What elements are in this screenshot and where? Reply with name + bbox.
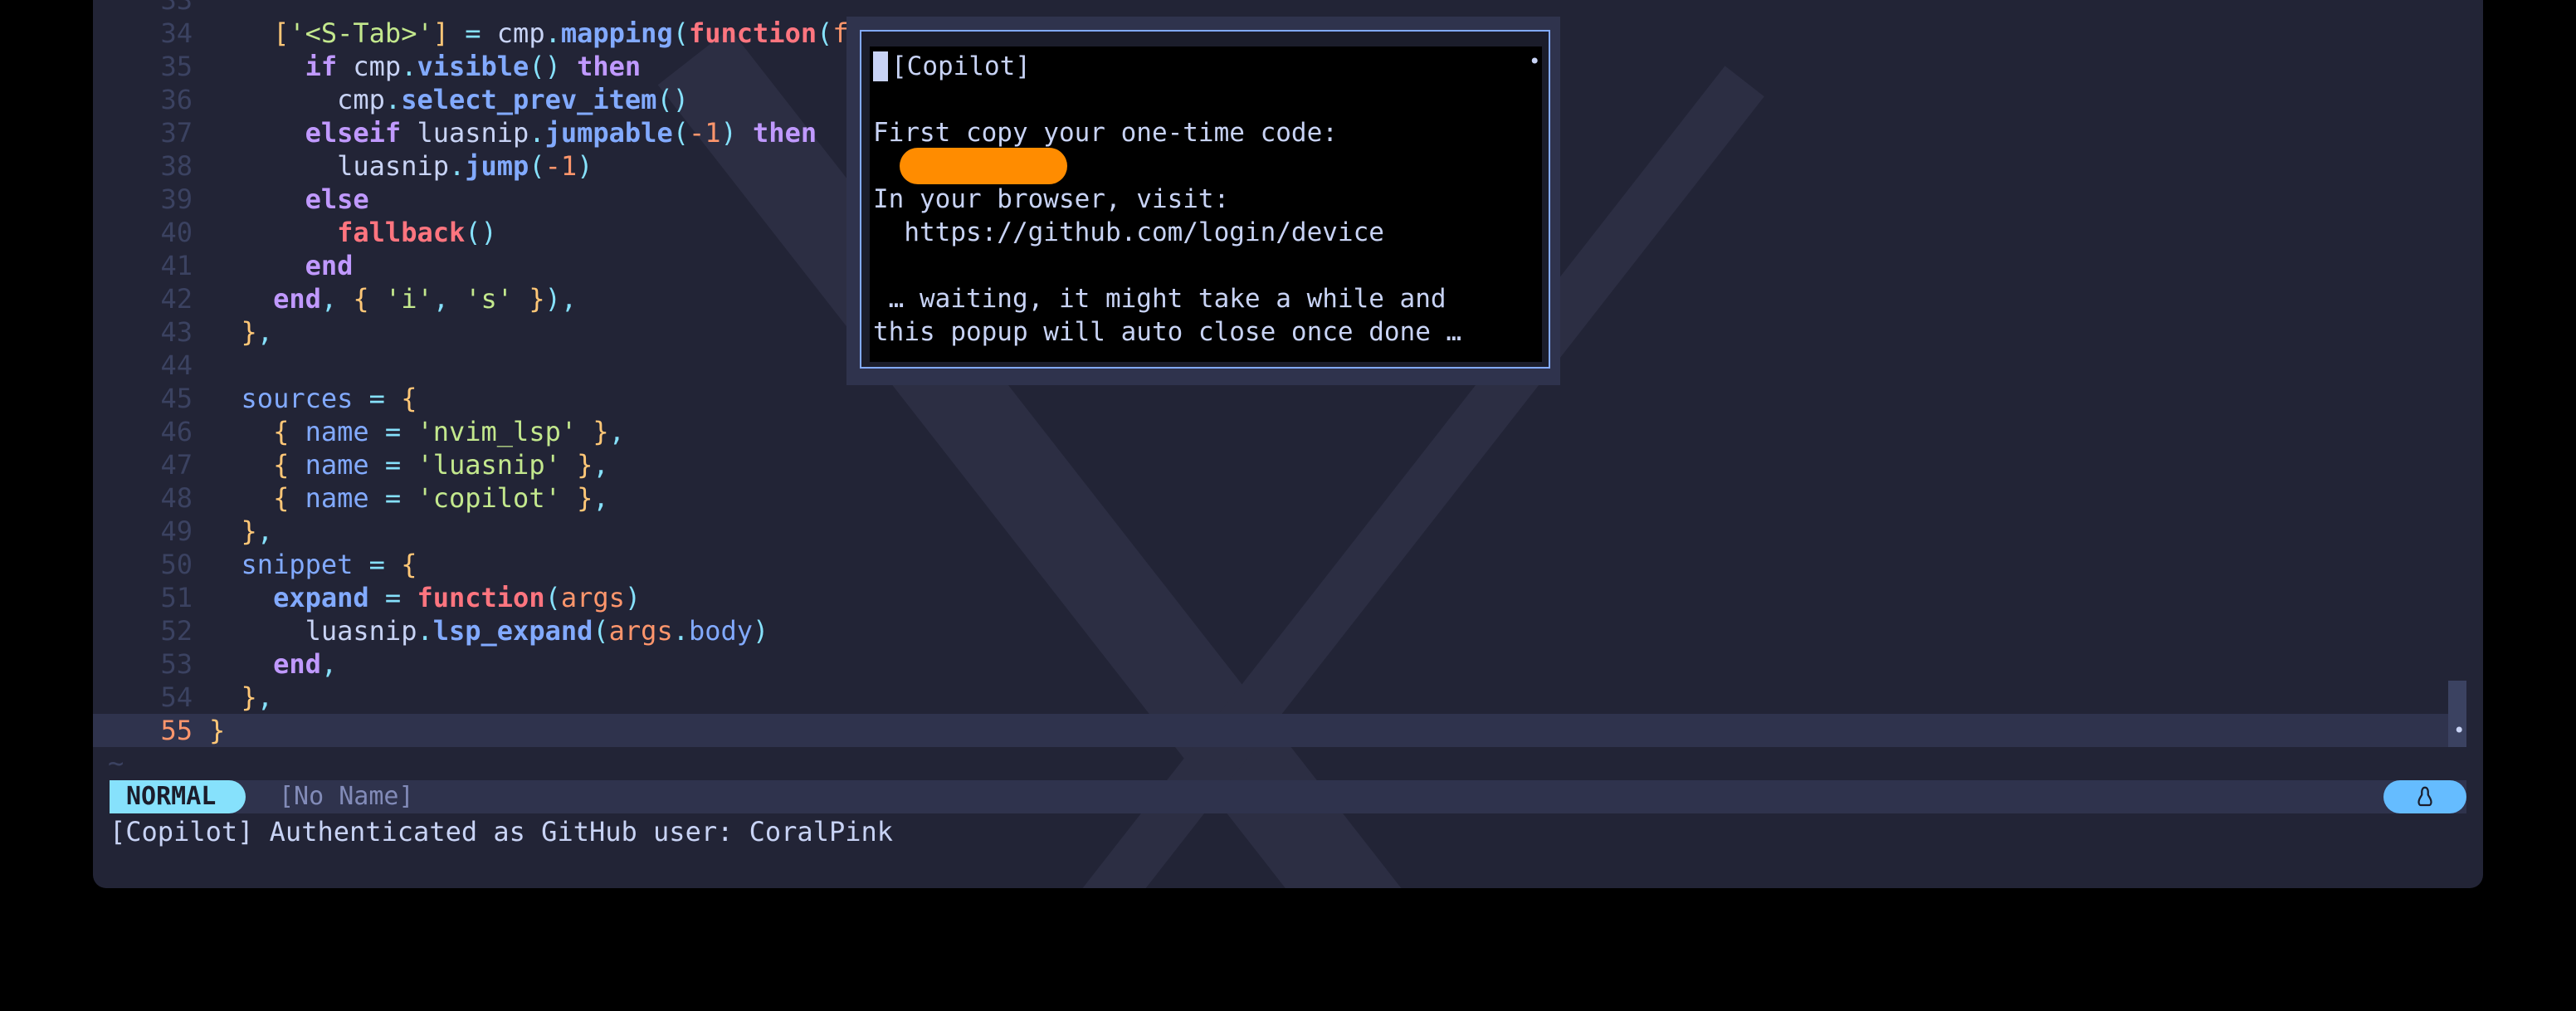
line-number: 54 bbox=[160, 681, 193, 713]
code-text: expand = function(args) bbox=[273, 582, 642, 613]
popup-copy-instruction: First copy your one-time code: bbox=[873, 118, 1338, 148]
line-number: 33 bbox=[160, 0, 193, 16]
code-text: { name = 'luasnip' }, bbox=[273, 449, 609, 481]
line-number: 44 bbox=[160, 349, 193, 381]
line-number: 49 bbox=[160, 515, 193, 547]
redacted-code bbox=[900, 148, 1067, 184]
line-number: 37 bbox=[160, 117, 193, 149]
end-of-buffer-tilde: ~ bbox=[108, 747, 124, 779]
code-text: sources = { bbox=[241, 383, 417, 414]
code-text: end, { 'i', 's' }), bbox=[273, 283, 578, 315]
line-number: 38 bbox=[160, 150, 193, 182]
code-text: fallback() bbox=[337, 217, 497, 248]
statusline: NORMAL [No Name] bbox=[110, 780, 2466, 813]
line-number: 41 bbox=[160, 250, 193, 281]
code-text: ['<S-Tab>'] = cmp.mapping(function(fallb bbox=[273, 17, 913, 49]
popup-waiting-line-2: this popup will auto close once done … bbox=[873, 317, 1462, 347]
line-number: 43 bbox=[160, 316, 193, 348]
line-number: 42 bbox=[160, 283, 193, 315]
code-text: luasnip.lsp_expand(args.body) bbox=[305, 615, 769, 647]
popup-waiting-line-1: … waiting, it might take a while and bbox=[873, 284, 1447, 314]
popup-browser-instruction: In your browser, visit: bbox=[873, 184, 1230, 214]
popup-cursor bbox=[873, 51, 888, 81]
code-text: }, bbox=[241, 681, 274, 713]
line-number: 50 bbox=[160, 549, 193, 580]
scrollbar-dot: • bbox=[2453, 719, 2466, 742]
command-line-message: [Copilot] Authenticated as GitHub user: … bbox=[110, 816, 894, 847]
line-number: 45 bbox=[160, 383, 193, 414]
code-text: snippet = { bbox=[241, 549, 417, 580]
cursor-line-highlight bbox=[93, 714, 2466, 747]
popup-title: [Copilot] bbox=[891, 51, 1031, 81]
code-text: luasnip.jump(-1) bbox=[337, 150, 593, 182]
line-number: 36 bbox=[160, 84, 193, 115]
line-number: 55 bbox=[160, 715, 193, 746]
buffer-filename: [No Name] bbox=[279, 782, 414, 811]
code-text: cmp.select_prev_item() bbox=[337, 84, 689, 115]
line-number: 40 bbox=[160, 217, 193, 248]
code-text: }, bbox=[241, 316, 274, 348]
mode-indicator: NORMAL bbox=[110, 780, 246, 813]
popup-url[interactable]: https://github.com/login/device bbox=[873, 216, 1384, 249]
code-text: { name = 'copilot' }, bbox=[273, 482, 609, 514]
line-number: 39 bbox=[160, 183, 193, 215]
code-text: if cmp.visible() then bbox=[305, 51, 642, 82]
line-number: 35 bbox=[160, 51, 193, 82]
code-text: elseif luasnip.jumpable(-1) then bbox=[305, 117, 817, 149]
code-text: } bbox=[209, 715, 226, 746]
line-number: 52 bbox=[160, 615, 193, 647]
popup-scroll-dot: • bbox=[1529, 50, 1541, 73]
line-number: 51 bbox=[160, 582, 193, 613]
linux-icon bbox=[2383, 780, 2466, 813]
line-number: 34 bbox=[160, 17, 193, 49]
code-text: end bbox=[305, 250, 354, 281]
line-number: 47 bbox=[160, 449, 193, 481]
line-number: 48 bbox=[160, 482, 193, 514]
code-text: }, bbox=[241, 515, 274, 547]
code-text: else bbox=[305, 183, 369, 215]
line-number: 53 bbox=[160, 648, 193, 680]
line-number: 46 bbox=[160, 416, 193, 447]
code-text: { name = 'nvim_lsp' }, bbox=[273, 416, 625, 447]
code-text: end, bbox=[273, 648, 338, 680]
